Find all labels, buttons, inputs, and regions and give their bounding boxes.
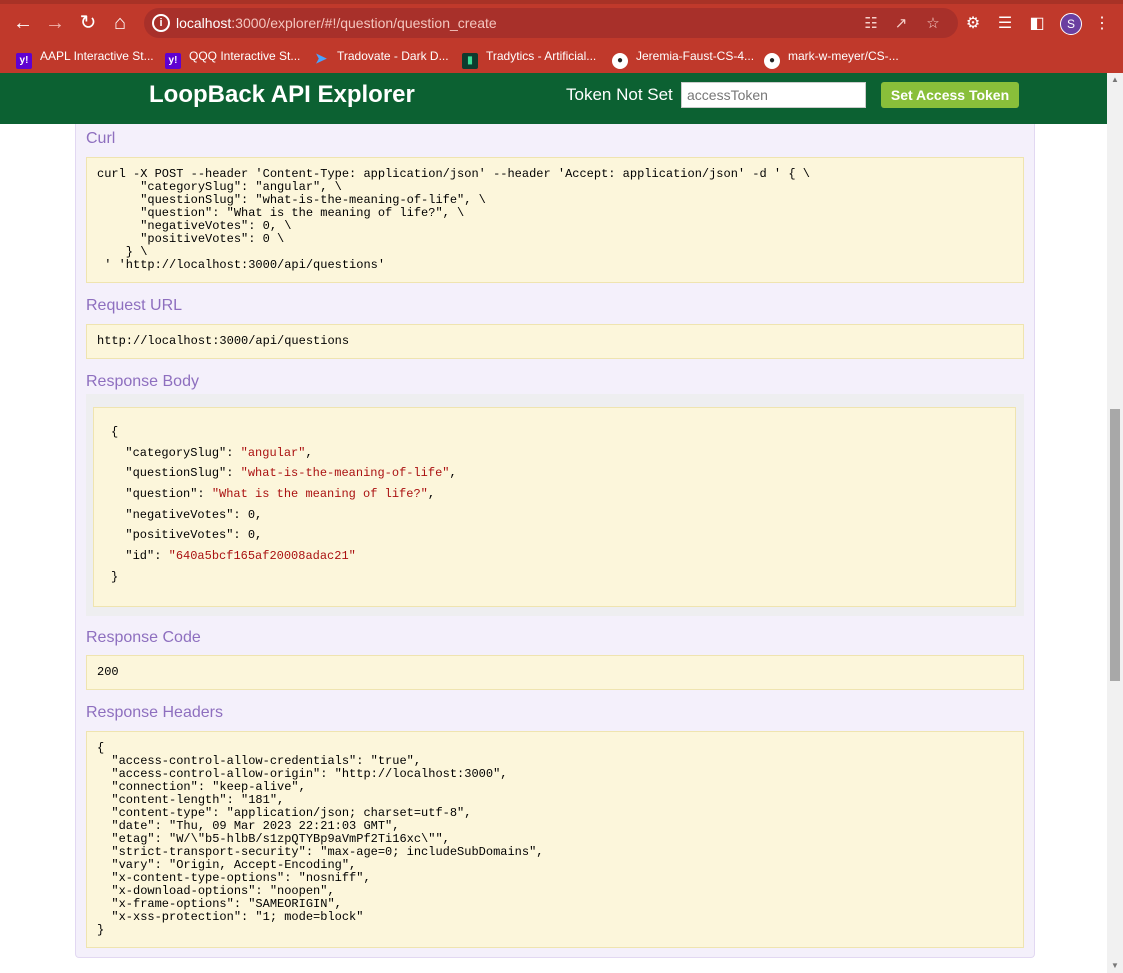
json-key: negativeVotes bbox=[132, 507, 227, 522]
yahoo-icon: y! bbox=[165, 53, 181, 69]
bookmark-item[interactable]: ● mark-w-meyer/CS-... bbox=[764, 45, 899, 69]
json-value: 0 bbox=[247, 528, 256, 543]
json-property: "id": "640a5bcf165af20008adac21" bbox=[125, 549, 356, 564]
response-body-label: Response Body bbox=[86, 373, 199, 390]
reading-list-icon[interactable]: ☰ bbox=[995, 14, 1015, 34]
curl-command: curl -X POST --header 'Content-Type: app… bbox=[97, 167, 810, 272]
response-headers-label: Response Headers bbox=[86, 704, 223, 721]
token-status: Token Not Set bbox=[566, 85, 673, 104]
github-icon: ● bbox=[764, 53, 780, 69]
browser-toolbar: ← → ↻ ⌂ i localhost:3000/explorer/#!/que… bbox=[0, 4, 1123, 40]
bookmark-label: Tradytics - Artificial... bbox=[486, 49, 597, 63]
app-header: LoopBack API Explorer Token Not Set Set … bbox=[0, 73, 1107, 124]
bookmark-label: QQQ Interactive St... bbox=[189, 49, 301, 63]
translate-icon[interactable]: ☷ bbox=[862, 15, 880, 33]
json-value: 640a5bcf165af20008adac21 bbox=[175, 549, 349, 564]
json-value: 0 bbox=[247, 507, 256, 522]
response-headers: { "access-control-allow-credentials": "t… bbox=[97, 741, 544, 937]
json-property: "question": "What is the meaning of life… bbox=[125, 487, 436, 502]
response-headers-block: { "access-control-allow-credentials": "t… bbox=[86, 731, 1024, 948]
json-value: What is the meaning of life? bbox=[219, 487, 421, 502]
response-body-block: { "categorySlug": "angular", "questionSl… bbox=[93, 407, 1016, 607]
url-path: :3000/explorer/#!/question/question_crea… bbox=[231, 15, 497, 31]
side-panel-icon[interactable]: ◧ bbox=[1027, 14, 1047, 34]
bookmark-item[interactable]: ● Jeremia-Faust-CS-4... bbox=[612, 45, 755, 69]
bookmarks-bar: y! AAPL Interactive St... y! QQQ Interacti… bbox=[0, 41, 1123, 71]
url-host: localhost bbox=[176, 15, 232, 31]
request-url: http://localhost:3000/api/questions bbox=[97, 334, 350, 348]
reload-icon[interactable]: ↻ bbox=[75, 10, 101, 36]
browser-frame: ← → ↻ ⌂ i localhost:3000/explorer/#!/que… bbox=[0, 0, 1123, 73]
home-icon[interactable]: ⌂ bbox=[107, 10, 133, 36]
browser-menu-icon[interactable]: ⋮ bbox=[1092, 14, 1112, 34]
yahoo-icon: y! bbox=[16, 53, 32, 69]
address-url[interactable]: localhost:3000/explorer/#!/question/ques… bbox=[176, 15, 497, 31]
app-title[interactable]: LoopBack API Explorer bbox=[149, 81, 415, 109]
scroll-up-arrow-icon[interactable]: ▲ bbox=[1107, 73, 1123, 87]
json-property: "categorySlug": "angular", bbox=[125, 445, 313, 460]
bookmark-label: Jeremia-Faust-CS-4... bbox=[636, 49, 755, 63]
request-url-block: http://localhost:3000/api/questions bbox=[86, 324, 1024, 359]
share-icon[interactable]: ↗ bbox=[892, 15, 910, 33]
site-info-icon[interactable]: i bbox=[152, 14, 170, 32]
bookmark-star-icon[interactable]: ☆ bbox=[924, 15, 942, 33]
profile-avatar[interactable]: S bbox=[1060, 13, 1082, 35]
main-content: Curl curl -X POST --header 'Content-Type… bbox=[0, 124, 1107, 973]
scrollbar-thumb[interactable] bbox=[1110, 409, 1120, 681]
scroll-down-arrow-icon[interactable]: ▼ bbox=[1107, 959, 1123, 973]
bookmark-label: Tradovate - Dark D... bbox=[337, 49, 449, 63]
json-close-brace: } bbox=[111, 569, 119, 584]
github-icon: ● bbox=[612, 53, 628, 69]
response-body-json: { "categorySlug": "angular", "questionSl… bbox=[111, 422, 457, 588]
bookmark-item[interactable]: ▮ Tradytics - Artificial... bbox=[462, 45, 597, 69]
json-value: what-is-the-meaning-of-life bbox=[247, 466, 443, 481]
extensions-puzzle-icon[interactable]: ⚙ bbox=[963, 14, 983, 34]
json-key: question bbox=[132, 487, 191, 502]
bookmark-item[interactable]: ➤ Tradovate - Dark D... bbox=[313, 45, 449, 67]
tradytics-icon: ▮ bbox=[462, 53, 478, 69]
json-key: questionSlug bbox=[132, 466, 220, 481]
page-scrollbar[interactable]: ▲ ▼ bbox=[1107, 73, 1123, 973]
json-open-brace: { bbox=[111, 425, 119, 439]
bookmark-item[interactable]: y! AAPL Interactive St... bbox=[16, 45, 154, 69]
forward-arrow-icon[interactable]: → bbox=[42, 10, 68, 36]
bookmark-label: mark-w-meyer/CS-... bbox=[788, 49, 899, 63]
back-arrow-icon[interactable]: ← bbox=[10, 10, 36, 36]
access-token-input[interactable] bbox=[681, 82, 866, 108]
json-key: positiveVotes bbox=[132, 528, 227, 543]
bookmark-label: AAPL Interactive St... bbox=[40, 49, 154, 63]
curl-block: curl -X POST --header 'Content-Type: app… bbox=[86, 157, 1024, 283]
bookmark-item[interactable]: y! QQQ Interactive St... bbox=[165, 45, 301, 69]
json-property: "positiveVotes": 0, bbox=[125, 528, 263, 543]
json-value: angular bbox=[247, 445, 299, 460]
json-property: "questionSlug": "what-is-the-meaning-of-… bbox=[125, 466, 457, 481]
json-property: "negativeVotes": 0, bbox=[125, 507, 263, 522]
curl-label: Curl bbox=[86, 130, 116, 147]
json-key: categorySlug bbox=[132, 445, 220, 460]
address-bar[interactable]: i localhost:3000/explorer/#!/question/qu… bbox=[144, 8, 958, 38]
json-key: id bbox=[132, 549, 148, 564]
response-code-label: Response Code bbox=[86, 629, 201, 646]
set-access-token-button[interactable]: Set Access Token bbox=[881, 82, 1019, 108]
request-url-label: Request URL bbox=[86, 297, 183, 314]
response-code: 200 bbox=[97, 665, 119, 679]
tradovate-icon: ➤ bbox=[315, 50, 327, 66]
response-code-block: 200 bbox=[86, 655, 1024, 690]
